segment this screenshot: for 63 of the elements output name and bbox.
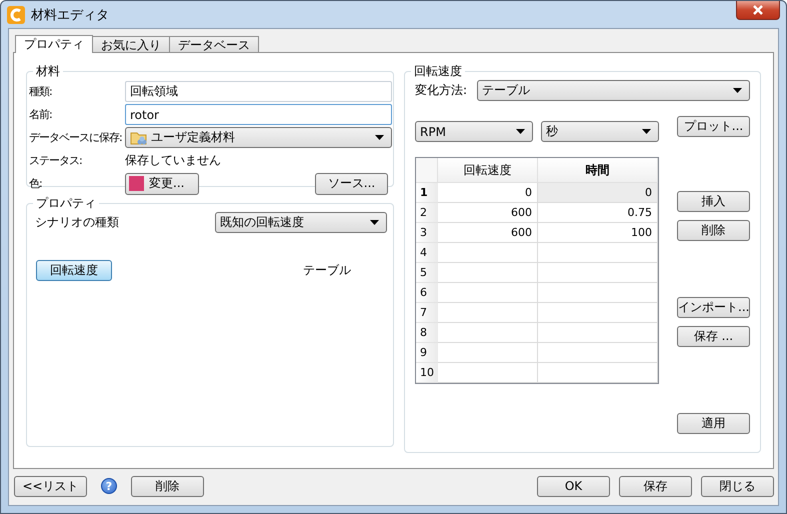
column-header: 時間: [538, 158, 658, 183]
close-button[interactable]: [736, 1, 780, 20]
tab[interactable]: データベース: [169, 36, 259, 52]
table-button[interactable]: 挿入: [677, 191, 750, 212]
app-icon: [7, 6, 25, 24]
row-number[interactable]: 1: [416, 183, 438, 203]
dialog-button[interactable]: 閉じる: [701, 476, 774, 496]
close-icon: [752, 5, 764, 15]
caret-icon: [516, 129, 525, 134]
group-title: 材料: [35, 63, 61, 80]
row-number[interactable]: 2: [416, 203, 438, 223]
folder-icon: [130, 130, 148, 146]
field-label: 色:: [29, 176, 43, 191]
property-button[interactable]: 回転速度: [36, 260, 112, 281]
group-title: 回転速度: [413, 63, 463, 80]
tab[interactable]: お気に入り: [92, 36, 170, 52]
row-number[interactable]: 5: [416, 263, 438, 283]
dialog-button[interactable]: 保存: [619, 476, 692, 496]
table-cell: 100: [538, 223, 658, 243]
tab[interactable]: プロパティ: [15, 35, 93, 53]
group-title: プロパティ: [35, 195, 97, 212]
dialog-button[interactable]: OK: [537, 476, 610, 496]
file-button[interactable]: インポート...: [677, 297, 750, 318]
plot-button[interactable]: プロット...: [677, 116, 750, 137]
dropdown[interactable]: ユーザ定義材料: [125, 127, 392, 148]
row-number[interactable]: 10: [416, 363, 438, 383]
window-title: 材料エディタ: [31, 6, 109, 24]
table-cell: 600: [438, 223, 538, 243]
caret-icon: [642, 129, 651, 134]
field-label: ステータス:: [29, 153, 83, 168]
status-text: 保存していません: [125, 152, 221, 169]
list-button[interactable]: <<リスト: [14, 476, 87, 496]
dropdown[interactable]: 秒: [541, 121, 659, 142]
row-number[interactable]: 3: [416, 223, 438, 243]
field-label: シナリオの種類: [35, 214, 120, 231]
delete-button[interactable]: 削除: [131, 476, 204, 496]
row-number[interactable]: 8: [416, 323, 438, 343]
caret-icon: [370, 220, 379, 225]
table-cell: 600: [438, 203, 538, 223]
row-number[interactable]: 6: [416, 283, 438, 303]
dropdown[interactable]: RPM: [415, 121, 533, 142]
field-label: 変化方法:: [415, 82, 468, 99]
input-field[interactable]: 回転領域: [125, 81, 392, 102]
column-header: 回転速度: [438, 158, 538, 183]
caret-icon: [375, 135, 384, 140]
field-label: 種類:: [29, 84, 53, 99]
file-button[interactable]: 保存 ...: [677, 326, 750, 347]
table-cell: 0: [538, 183, 658, 203]
row-number[interactable]: 4: [416, 243, 438, 263]
dropdown[interactable]: 既知の回転速度: [215, 212, 387, 233]
input-field[interactable]: rotor: [125, 104, 392, 125]
table-button[interactable]: 削除: [677, 220, 750, 241]
property-value: テーブル: [303, 262, 351, 279]
row-number[interactable]: 9: [416, 343, 438, 363]
field-label: データベースに保存:: [29, 130, 123, 145]
apply-button[interactable]: 適用: [677, 413, 750, 434]
row-number[interactable]: 7: [416, 303, 438, 323]
source-button[interactable]: ソース...: [315, 172, 388, 194]
color-button[interactable]: 変更...: [125, 172, 199, 194]
field-label: 名前:: [29, 107, 53, 122]
caret-icon: [733, 88, 742, 93]
dropdown[interactable]: テーブル: [477, 80, 750, 101]
table-cell: 0.75: [538, 203, 658, 223]
